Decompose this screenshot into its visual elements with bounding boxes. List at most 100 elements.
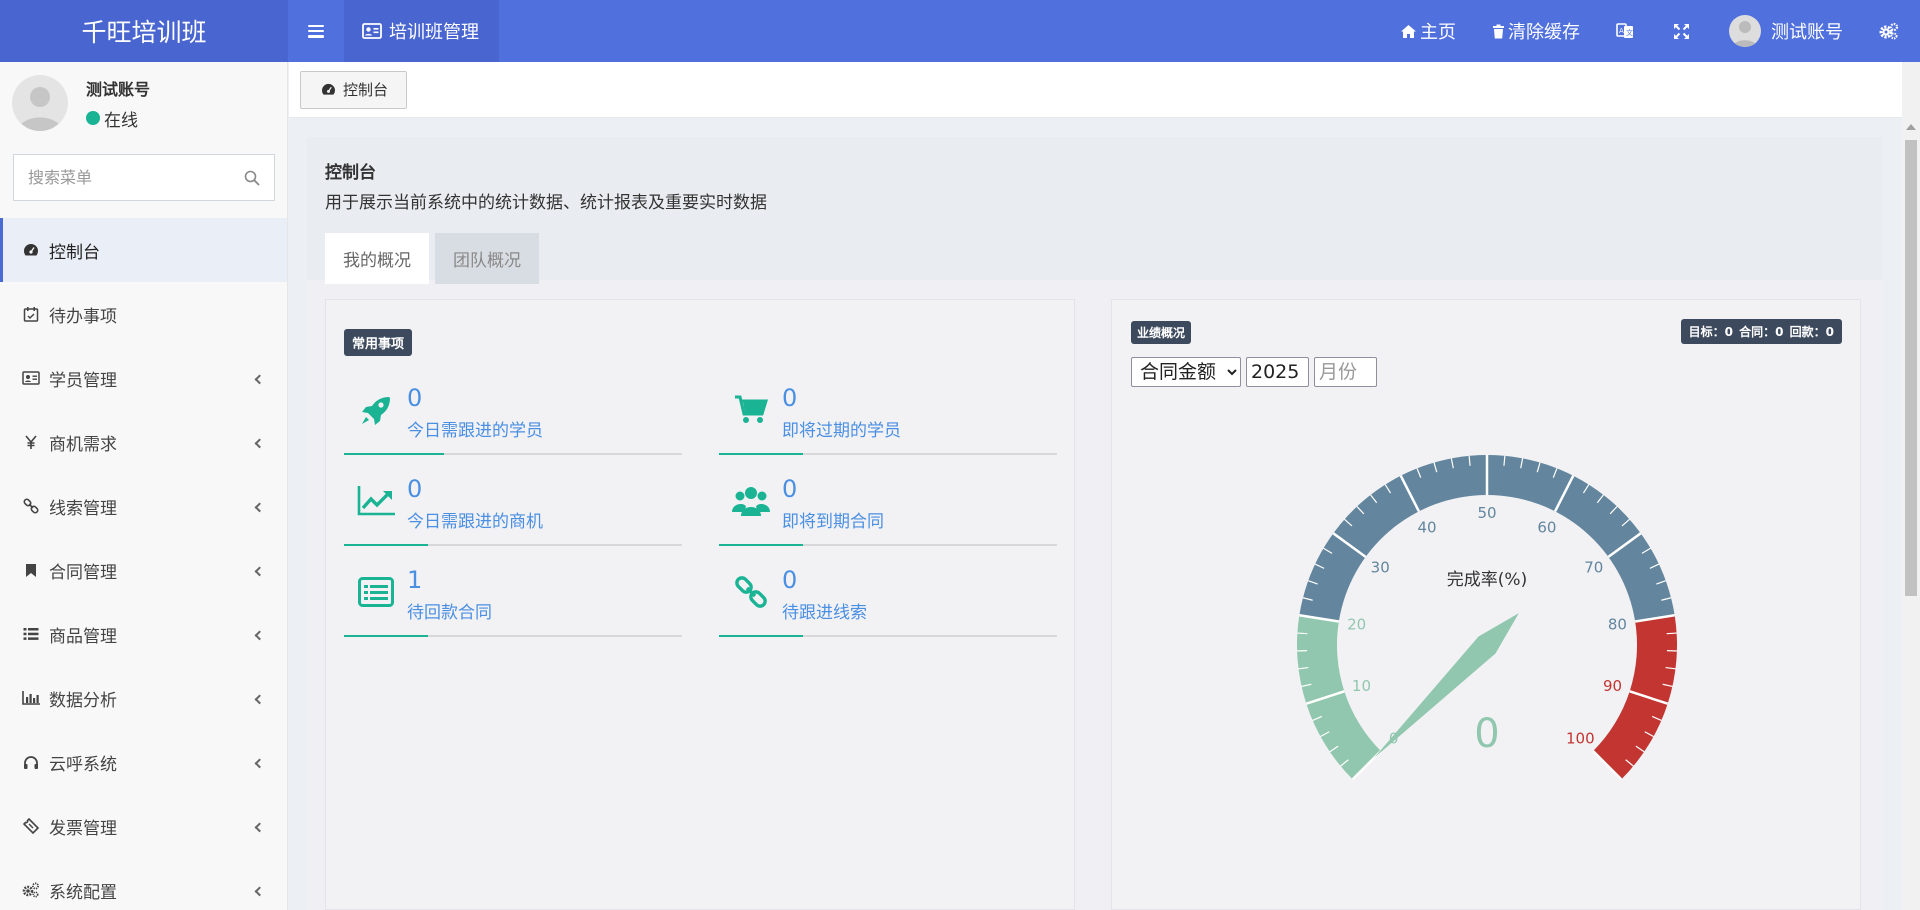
- user-name: 测试账号: [1771, 22, 1843, 43]
- id-card-icon: [21, 371, 41, 385]
- avatar: [12, 75, 68, 131]
- ticket-icon: [21, 818, 41, 834]
- metric-select[interactable]: 合同金额: [1131, 357, 1241, 387]
- completion-gauge-chart: 0102030405060708090100完成率(%)0: [1297, 454, 1677, 781]
- content-area: 控制台 控制台 用于展示当前系统中的统计数据、统计报表及重要实时数据 我的概况 …: [289, 62, 1920, 910]
- stat-value: 0: [407, 384, 423, 412]
- sidebar-item-label: 商品管理: [49, 626, 117, 647]
- page-header: 控制台 用于展示当前系统中的统计数据、统计报表及重要实时数据 我的概况 团队概况: [307, 137, 1882, 284]
- clear-cache-button[interactable]: 清除缓存: [1474, 0, 1598, 62]
- list-icon: [21, 627, 41, 641]
- id-card-icon: [362, 23, 382, 39]
- sidebar-item-opportunities[interactable]: 商机需求: [0, 410, 287, 474]
- sidebar-user-name: 测试账号: [86, 79, 151, 99]
- sidebar-item-contracts[interactable]: 合同管理: [0, 538, 287, 602]
- stat-value: 0: [407, 475, 423, 503]
- page-scrollbar[interactable]: [1902, 62, 1920, 910]
- sidebar-item-cloud-call[interactable]: 云呼系统: [0, 730, 287, 794]
- gauge-minor-tick: [1666, 632, 1677, 635]
- tab-my-overview[interactable]: 我的概况: [325, 233, 429, 284]
- translate-button[interactable]: A文: [1598, 0, 1655, 62]
- tab-label: 控制台: [343, 81, 389, 99]
- common-items-panel: 常用事项 0 今日需跟进的学员 0 即将过期的学员 0 今日需跟进的商机 0 即…: [325, 299, 1075, 910]
- calendar-check-icon: [21, 306, 41, 322]
- sidebar-toggle-button[interactable]: [288, 0, 344, 62]
- chevron-left-icon: [254, 886, 265, 897]
- bookmark-icon: [21, 563, 41, 578]
- nav-tab-label: 培训班管理: [389, 22, 479, 43]
- chain-icon: [731, 572, 771, 612]
- search-icon[interactable]: [244, 170, 260, 186]
- dashboard-icon: [322, 83, 336, 95]
- tab-console[interactable]: 控制台: [300, 70, 408, 109]
- stat-card-students-expiring[interactable]: 0 即将过期的学员: [719, 364, 1057, 455]
- chevron-left-icon: [254, 438, 265, 449]
- cogs-icon: [21, 882, 41, 898]
- home-link[interactable]: 主页: [1382, 0, 1474, 62]
- settings-button[interactable]: [1861, 0, 1920, 62]
- sidebar-item-label: 合同管理: [49, 562, 117, 583]
- user-menu[interactable]: 测试账号: [1711, 0, 1861, 62]
- fullscreen-button[interactable]: [1655, 0, 1711, 62]
- users-icon: [731, 481, 771, 521]
- svg-text:文: 文: [1626, 28, 1633, 37]
- sidebar-item-invoices[interactable]: 发票管理: [0, 794, 287, 858]
- sidebar-item-students[interactable]: 学员管理: [0, 346, 287, 410]
- clear-cache-label: 清除缓存: [1508, 22, 1580, 43]
- stat-value: 0: [782, 384, 798, 412]
- tab-team-overview[interactable]: 团队概况: [435, 233, 539, 284]
- page-tab-bar: 控制台: [289, 62, 1920, 118]
- month-input[interactable]: [1314, 357, 1377, 387]
- stat-label: 即将到期合同: [782, 512, 884, 532]
- svg-text:A: A: [1619, 27, 1624, 35]
- stat-card-contracts-expiring[interactable]: 0 即将到期合同: [719, 455, 1057, 546]
- stat-value: 0: [782, 475, 798, 503]
- trash-icon: [1493, 24, 1504, 38]
- sidebar-item-label: 数据分析: [49, 690, 117, 711]
- menu-search-input[interactable]: [28, 168, 244, 187]
- chevron-left-icon: [254, 694, 265, 705]
- stat-card-leads-followup[interactable]: 0 待跟进线索: [719, 546, 1057, 637]
- gauge-tick-label: 100: [1566, 729, 1595, 747]
- trend-up-icon: [356, 481, 396, 521]
- sidebar-item-dashboard[interactable]: 控制台: [0, 218, 287, 282]
- sidebar-item-leads[interactable]: 线索管理: [0, 474, 287, 538]
- yen-icon: [21, 435, 41, 449]
- gauge-tick-label: 40: [1418, 518, 1437, 536]
- main-panel: 控制台 用于展示当前系统中的统计数据、统计报表及重要实时数据 我的概况 团队概况…: [307, 137, 1882, 910]
- gauge-tick-label: 60: [1537, 518, 1556, 536]
- gauge-tick-label: 30: [1371, 558, 1390, 576]
- gauge-band-2: [1593, 615, 1677, 780]
- hamburger-icon: [308, 24, 324, 38]
- nav-tab-training-management[interactable]: 培训班管理: [344, 0, 499, 62]
- sidebar: 测试账号 在线 控制台 待办事项 学员管理 商机需求: [0, 62, 288, 910]
- sidebar-item-analytics[interactable]: 数据分析: [0, 666, 287, 730]
- avatar: [1729, 15, 1761, 47]
- gauge-tick-label: 10: [1352, 677, 1371, 695]
- stat-label: 待回款合同: [407, 603, 492, 623]
- sidebar-item-todo[interactable]: 待办事项: [0, 282, 287, 346]
- stat-label: 今日需跟进的商机: [407, 512, 543, 532]
- app-logo[interactable]: 千旺培训班: [0, 0, 288, 62]
- page-description: 用于展示当前系统中的统计数据、统计报表及重要实时数据: [325, 193, 767, 213]
- stat-card-opportunities-followup[interactable]: 0 今日需跟进的商机: [344, 455, 682, 546]
- gauge-value: 0: [1474, 711, 1499, 757]
- translate-icon: A文: [1616, 23, 1633, 38]
- cogs-icon: [1879, 22, 1899, 40]
- overview-tabs: 我的概况 团队概况: [325, 233, 1864, 284]
- stat-card-receivable-contracts[interactable]: 1 待回款合同: [344, 546, 682, 637]
- chevron-left-icon: [254, 502, 265, 513]
- rocket-icon: [356, 390, 396, 430]
- stat-card-students-followup[interactable]: 0 今日需跟进的学员: [344, 364, 682, 455]
- sidebar-item-system-config[interactable]: 系统配置: [0, 858, 287, 910]
- year-input[interactable]: [1246, 357, 1309, 387]
- chevron-left-icon: [254, 630, 265, 641]
- gauge-tick-label: 70: [1584, 558, 1603, 576]
- scroll-up-arrow-icon[interactable]: [1906, 124, 1916, 130]
- chevron-left-icon: [254, 758, 265, 769]
- sidebar-item-products[interactable]: 商品管理: [0, 602, 287, 666]
- sidebar-menu: 控制台 待办事项 学员管理 商机需求 线索管理 合同管理 商品管理 数据分析 云…: [0, 218, 287, 910]
- scroll-thumb[interactable]: [1905, 140, 1917, 596]
- performance-panel: 业绩概况 目标：0 合同：0 回款：0 合同金额 0 10 20 30 40 50 60 70…: [1111, 299, 1861, 910]
- status-label: 在线: [104, 110, 138, 131]
